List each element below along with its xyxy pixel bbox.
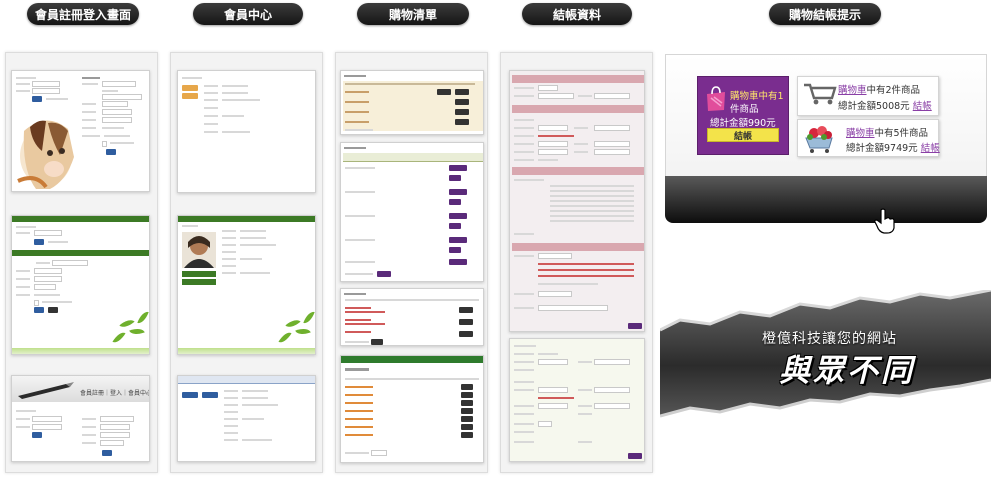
section-pill-shopping-list: 購物清單 [357,3,469,25]
login-pen-screenshot: 會員註冊｜登入｜會員中心 [11,375,150,462]
checkout-screenshot-1 [509,70,645,332]
shopping-list-screenshot-2 [340,142,484,282]
cart-hint-panel-footer [665,176,987,223]
cart-summary-card-1: 購物車中有2件商品 總計金額5008元 結帳 [797,76,939,116]
member-center-screenshot-3 [177,375,316,462]
cart-card1-link[interactable]: 購物車 [838,85,867,96]
cart-summary-total: 總計金額990元 [710,118,776,129]
cart-summary-purple: 購物車中有1 件商品 總計金額990元 結帳 [697,76,789,155]
cart-summary-card-2: 購物車中有5件商品 總計金額9749元 結帳 [797,119,940,157]
section-pill-member-center: 會員中心 [193,3,303,25]
banner-line2: 與眾不同 [779,353,915,389]
login-header-text: 會員註冊｜登入｜會員中心 [80,390,150,397]
login-screenshot [11,70,150,192]
flower-cart-icon [805,126,833,153]
section-pill-checkout-data: 結帳資料 [522,3,632,25]
pen-icon [18,382,74,399]
register-screenshot [11,215,150,355]
cart-card2-total-line: 總計金額9749元 結帳 [846,143,940,154]
cart-card2-link[interactable]: 購物車 [846,128,875,139]
cart-card2-checkout-link[interactable]: 結帳 [921,143,940,154]
checkout-button[interactable]: 結帳 [707,128,779,142]
section-pill-login: 會員註冊登入畫面 [27,3,139,25]
cart-summary-line2: 件商品 [730,104,759,115]
horse-illustration [17,120,74,189]
cart-icon [804,83,837,105]
shopping-list-screenshot-3 [340,288,484,346]
cart-card1-total-line: 總計金額5008元 結帳 [838,101,932,112]
member-avatar [182,232,216,268]
section-pill-cart-hint: 購物結帳提示 [769,3,881,25]
member-center-screenshot-1 [177,70,316,193]
shopping-bag-icon [707,86,725,111]
cart-card1-text: 購物車中有2件商品 [838,85,921,96]
cart-card1-checkout-link[interactable]: 結帳 [913,101,932,112]
cart-card2-text: 購物車中有5件商品 [846,128,929,139]
checkout-screenshot-2 [509,338,645,462]
cart-summary-line1: 購物車中有1 [730,91,784,102]
shopping-list-screenshot-4 [340,355,484,463]
shopping-list-screenshot-1 [340,70,484,135]
hand-cursor-icon [874,208,895,234]
member-center-screenshot-2 [177,215,316,355]
